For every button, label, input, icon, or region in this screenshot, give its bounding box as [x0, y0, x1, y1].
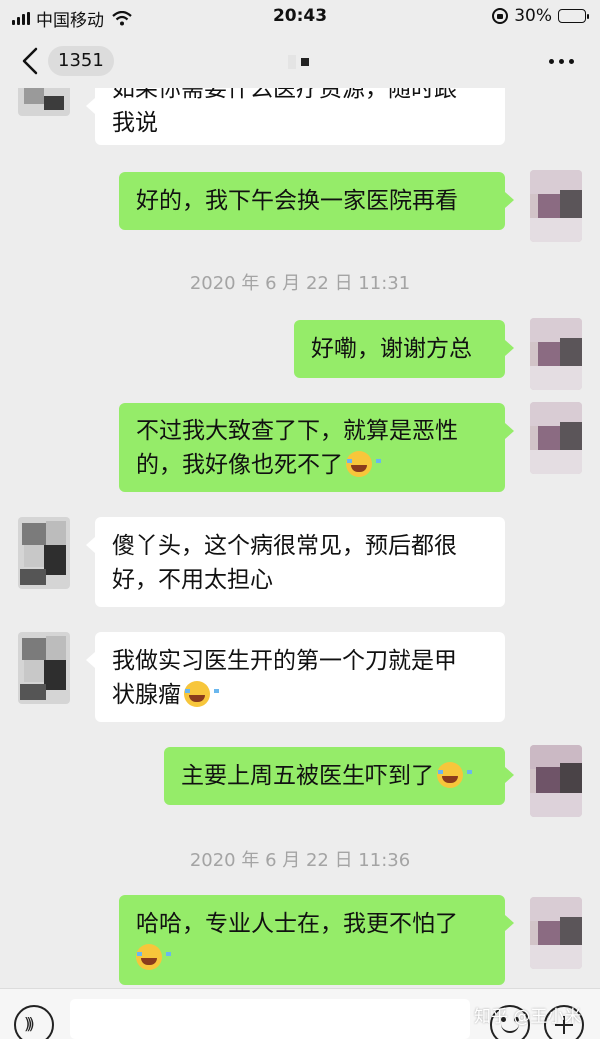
- message-line-with-emoji: 主要上周五被医生吓到了: [181, 759, 488, 793]
- message-line: 我说: [112, 110, 158, 136]
- user-avatar[interactable]: [530, 170, 582, 242]
- user-avatar[interactable]: [530, 745, 582, 817]
- chat-header: 1351: [0, 34, 600, 88]
- watermark: 知乎 @王小米: [474, 1007, 582, 1027]
- rolling-laughing-emoji-icon: [437, 762, 472, 788]
- user-avatar[interactable]: [530, 318, 582, 390]
- more-dots-icon[interactable]: [549, 59, 574, 64]
- message-line-with-emoji: [136, 941, 488, 975]
- voice-icon[interactable]: [14, 1005, 54, 1039]
- message-line-with-emoji: 的，我好像也死不了: [136, 448, 488, 482]
- message-line: 我做实习医生开的第一个刀就是甲: [112, 648, 457, 674]
- message-bubble-outgoing[interactable]: 不过我大致查了下，就算是恶性 的，我好像也死不了: [119, 403, 514, 492]
- unread-count-badge[interactable]: 1351: [48, 46, 114, 76]
- message-line-with-emoji: 状腺瘤: [112, 678, 488, 712]
- message-bubble-outgoing[interactable]: 好嘞，谢谢方总: [294, 320, 514, 378]
- message-line: 好，不用太担心: [112, 567, 273, 593]
- contact-avatar[interactable]: [18, 517, 70, 589]
- message-line: 主要上周五被医生吓到了: [181, 763, 434, 789]
- chevron-left-icon[interactable]: [18, 46, 42, 76]
- message-input[interactable]: [70, 999, 470, 1039]
- message-line: 状腺瘤: [112, 682, 181, 708]
- user-avatar[interactable]: [530, 897, 582, 969]
- message-line: 哈哈，专业人士在，我更不怕了: [136, 911, 458, 937]
- chat-timestamp: 2020 年 6 月 22 日 11:36: [189, 850, 411, 871]
- chat-title-redacted: [288, 55, 309, 69]
- message-line: 的，我好像也死不了: [136, 452, 343, 478]
- message-line: 不过我大致查了下，就算是恶性: [136, 418, 458, 444]
- message-line: 傻丫头，这个病很常见，预后都很: [112, 533, 457, 559]
- message-bubble-outgoing[interactable]: 主要上周五被医生吓到了: [164, 747, 514, 805]
- rolling-laughing-emoji-icon: [184, 681, 219, 707]
- laughing-tears-emoji-icon: [346, 451, 381, 477]
- message-bubble-outgoing[interactable]: 哈哈，专业人士在，我更不怕了: [119, 895, 514, 985]
- chat-area[interactable]: 如果你需要什么医疗资源，随时跟 我说 好的，我下午会换一家医院再看 2020 年…: [0, 0, 600, 1039]
- chat-timestamp: 2020 年 6 月 22 日 11:31: [189, 273, 411, 294]
- laughing-tears-emoji-icon: [136, 944, 171, 970]
- message-bubble-outgoing[interactable]: 好的，我下午会换一家医院再看: [119, 172, 514, 230]
- message-bubble-incoming[interactable]: 傻丫头，这个病很常见，预后都很 好，不用太担心: [86, 517, 505, 607]
- contact-avatar[interactable]: [18, 632, 70, 704]
- message-bubble-incoming[interactable]: 我做实习医生开的第一个刀就是甲 状腺瘤: [86, 632, 505, 722]
- user-avatar[interactable]: [530, 402, 582, 474]
- message-line: 好嘞，谢谢方总: [311, 336, 472, 362]
- message-bubble-incoming[interactable]: 如果你需要什么医疗资源，随时跟 我说: [86, 76, 505, 145]
- message-line: 好的，我下午会换一家医院再看: [136, 188, 458, 214]
